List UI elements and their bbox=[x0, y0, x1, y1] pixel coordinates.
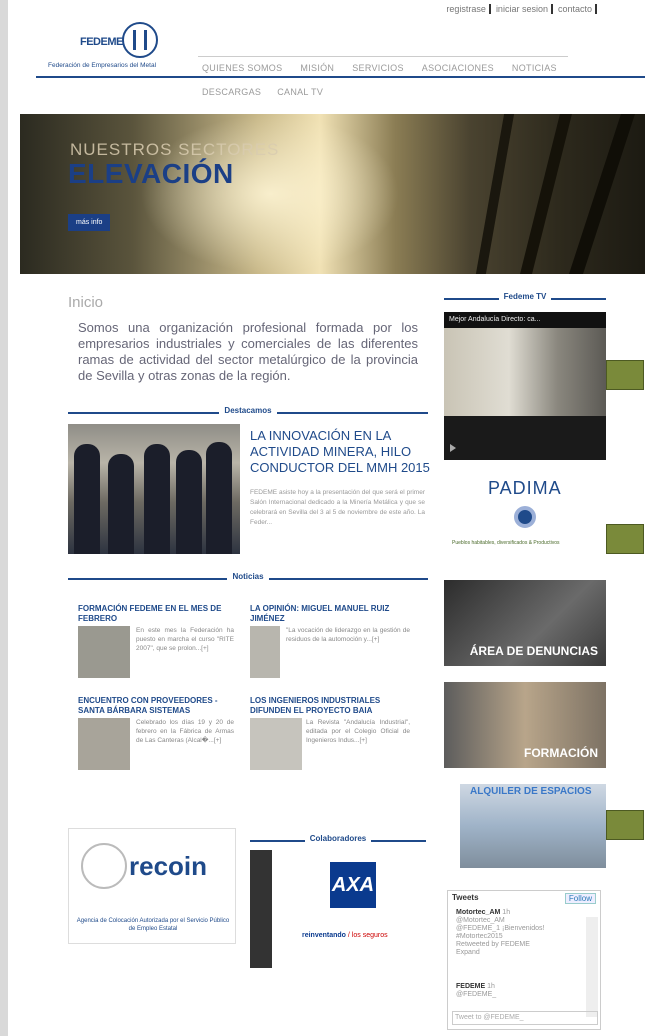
recoin-logo-icon bbox=[81, 843, 127, 889]
news-text: Celebrado los días 19 y 20 de febrero en… bbox=[136, 719, 234, 744]
contact-link[interactable]: contacto bbox=[555, 4, 597, 14]
news-text: La Revista "Andalucía Industrial", edita… bbox=[306, 719, 410, 744]
destacamos-title[interactable]: LA INNOVACIÓN EN LA ACTIVIDAD MINERA, HI… bbox=[250, 428, 430, 476]
denuncias-label: ÁREA DE DENUNCIAS bbox=[469, 644, 598, 658]
tweet-input[interactable]: Tweet to @FEDEME_ bbox=[452, 1011, 598, 1025]
padima-caption: Pueblos habitables, diversificados & Pro… bbox=[452, 540, 560, 546]
news-image[interactable] bbox=[250, 626, 280, 678]
tweet[interactable]: Motortec_AM 1h @Motortec_AM @FEDEME_1 ¡B… bbox=[456, 909, 580, 957]
hero-stripe bbox=[569, 114, 635, 274]
nav-asociaciones[interactable]: ASOCIACIONES bbox=[422, 63, 494, 73]
nav-servicios[interactable]: SERVICIOS bbox=[352, 63, 404, 73]
logo-cross-icon bbox=[133, 30, 147, 50]
padima-banner[interactable]: PADIMA Pueblos habitables, diversificado… bbox=[444, 468, 606, 568]
colaboradores-heading: Colaboradores bbox=[250, 834, 426, 846]
top-links: registrase iniciar sesion contacto bbox=[443, 4, 597, 14]
hero-light bbox=[140, 114, 400, 274]
destacamos-heading: Destacamos bbox=[68, 406, 428, 418]
dark-divider bbox=[250, 850, 272, 968]
hero-banner: NUESTROS SECTORES ELEVACIÓN más info bbox=[20, 114, 645, 274]
nav-noticias[interactable]: NOTICIAS bbox=[512, 63, 557, 73]
side-tab[interactable] bbox=[606, 810, 644, 840]
news-title[interactable]: LOS INGENIEROS INDUSTRIALES DIFUNDEN EL … bbox=[250, 696, 410, 716]
person-figure bbox=[144, 444, 170, 554]
side-tab[interactable] bbox=[606, 524, 644, 554]
logo-subtitle: Federación de Empresarios del Metal bbox=[48, 62, 157, 69]
hero-stripe bbox=[475, 114, 515, 274]
nav-row-1: QUIENES SOMOS MISIÓN SERVICIOS ASOCIACIO… bbox=[198, 56, 568, 81]
logo[interactable]: FEDEME Federación de Empresarios del Met… bbox=[44, 20, 194, 74]
padima-logo-icon bbox=[514, 506, 536, 528]
formacion-banner[interactable]: FORMACIÓN bbox=[444, 682, 606, 768]
twitter-widget: Tweets Follow Motortec_AM 1h @Motortec_A… bbox=[447, 890, 601, 1030]
register-link[interactable]: registrase bbox=[443, 4, 491, 14]
login-link[interactable]: iniciar sesion bbox=[493, 4, 553, 14]
alquiler-label: ALQUILER DE ESPACIOS bbox=[470, 786, 592, 797]
denuncias-banner[interactable]: ÁREA DE DENUNCIAS bbox=[444, 580, 606, 666]
hero-kicker: NUESTROS SECTORES bbox=[70, 140, 280, 159]
main-nav: QUIENES SOMOS MISIÓN SERVICIOS ASOCIACIO… bbox=[198, 56, 568, 103]
alquiler-banner[interactable]: ALQUILER DE ESPACIOS bbox=[460, 784, 606, 868]
formacion-label: FORMACIÓN bbox=[524, 746, 598, 760]
left-strip bbox=[0, 0, 8, 1036]
recoin-name: recoin bbox=[129, 851, 208, 881]
recoin-caption: Agencia de Colocación Autorizada por el … bbox=[76, 918, 230, 932]
news-image[interactable] bbox=[78, 718, 130, 770]
news-title[interactable]: FORMACIÓN FEDEME EN EL MES DE FEBRERO bbox=[78, 604, 236, 624]
news-image[interactable] bbox=[78, 626, 130, 678]
person-figure bbox=[74, 444, 100, 554]
follow-button[interactable]: Follow bbox=[564, 893, 596, 904]
logo-name: FEDEME bbox=[80, 36, 123, 48]
page: registrase iniciar sesion contacto FEDEM… bbox=[0, 0, 645, 1036]
nav-quienes-somos[interactable]: QUIENES SOMOS bbox=[202, 63, 282, 73]
video-title: Mejor Andalucía Directo: ca... bbox=[444, 312, 606, 328]
recoin-banner[interactable]: recoin Agencia de Colocación Autorizada … bbox=[68, 828, 236, 944]
person-figure bbox=[206, 442, 232, 554]
noticias-heading: Noticias bbox=[68, 572, 428, 584]
nav-mision[interactable]: MISIÓN bbox=[300, 63, 334, 73]
padima-name: PADIMA bbox=[488, 478, 562, 498]
tweet[interactable]: FEDEME 1h @FEDEME_ bbox=[456, 983, 580, 999]
destacamos-image[interactable] bbox=[68, 424, 240, 554]
nav-descargas[interactable]: DESCARGAS bbox=[202, 87, 261, 97]
news-text: "La vocación de liderazgo en la gestión … bbox=[286, 627, 410, 643]
person-figure bbox=[108, 454, 134, 554]
hero-title: ELEVACIÓN bbox=[68, 158, 234, 189]
axa-caption: reinventando / los seguros bbox=[302, 932, 388, 939]
play-icon[interactable] bbox=[450, 444, 456, 452]
video-frame bbox=[444, 328, 606, 416]
news-title[interactable]: ENCUENTRO CON PROVEEDORES - SANTA BÁRBAR… bbox=[78, 696, 236, 716]
tweets-header: Tweets bbox=[452, 893, 479, 902]
fedeme-tv-heading: Fedeme TV bbox=[444, 292, 606, 304]
side-tab[interactable] bbox=[606, 360, 644, 390]
news-title[interactable]: LA OPINIÓN: MIGUEL MANUEL RUIZ JIMÉNEZ bbox=[250, 604, 410, 624]
news-text: En este mes la Federación ha puesto en m… bbox=[136, 627, 234, 652]
scrollbar[interactable] bbox=[586, 917, 598, 1017]
person-figure bbox=[176, 450, 202, 554]
axa-logo[interactable]: AXA bbox=[330, 862, 376, 908]
video-controls bbox=[444, 416, 606, 460]
hero-stripe bbox=[520, 114, 572, 274]
destacamos-text: FEDEME asiste hoy a la presentación del … bbox=[250, 489, 425, 526]
news-image[interactable] bbox=[250, 718, 302, 770]
nav-canal-tv[interactable]: CANAL TV bbox=[277, 87, 323, 97]
page-title: Inicio bbox=[68, 294, 104, 311]
fedeme-tv-video[interactable]: Mejor Andalucía Directo: ca... bbox=[444, 312, 606, 460]
intro-text: Somos una organización profesional forma… bbox=[78, 320, 418, 383]
hero-more-button[interactable]: más info bbox=[68, 214, 111, 231]
nav-row-2: DESCARGAS CANAL TV bbox=[198, 81, 568, 103]
